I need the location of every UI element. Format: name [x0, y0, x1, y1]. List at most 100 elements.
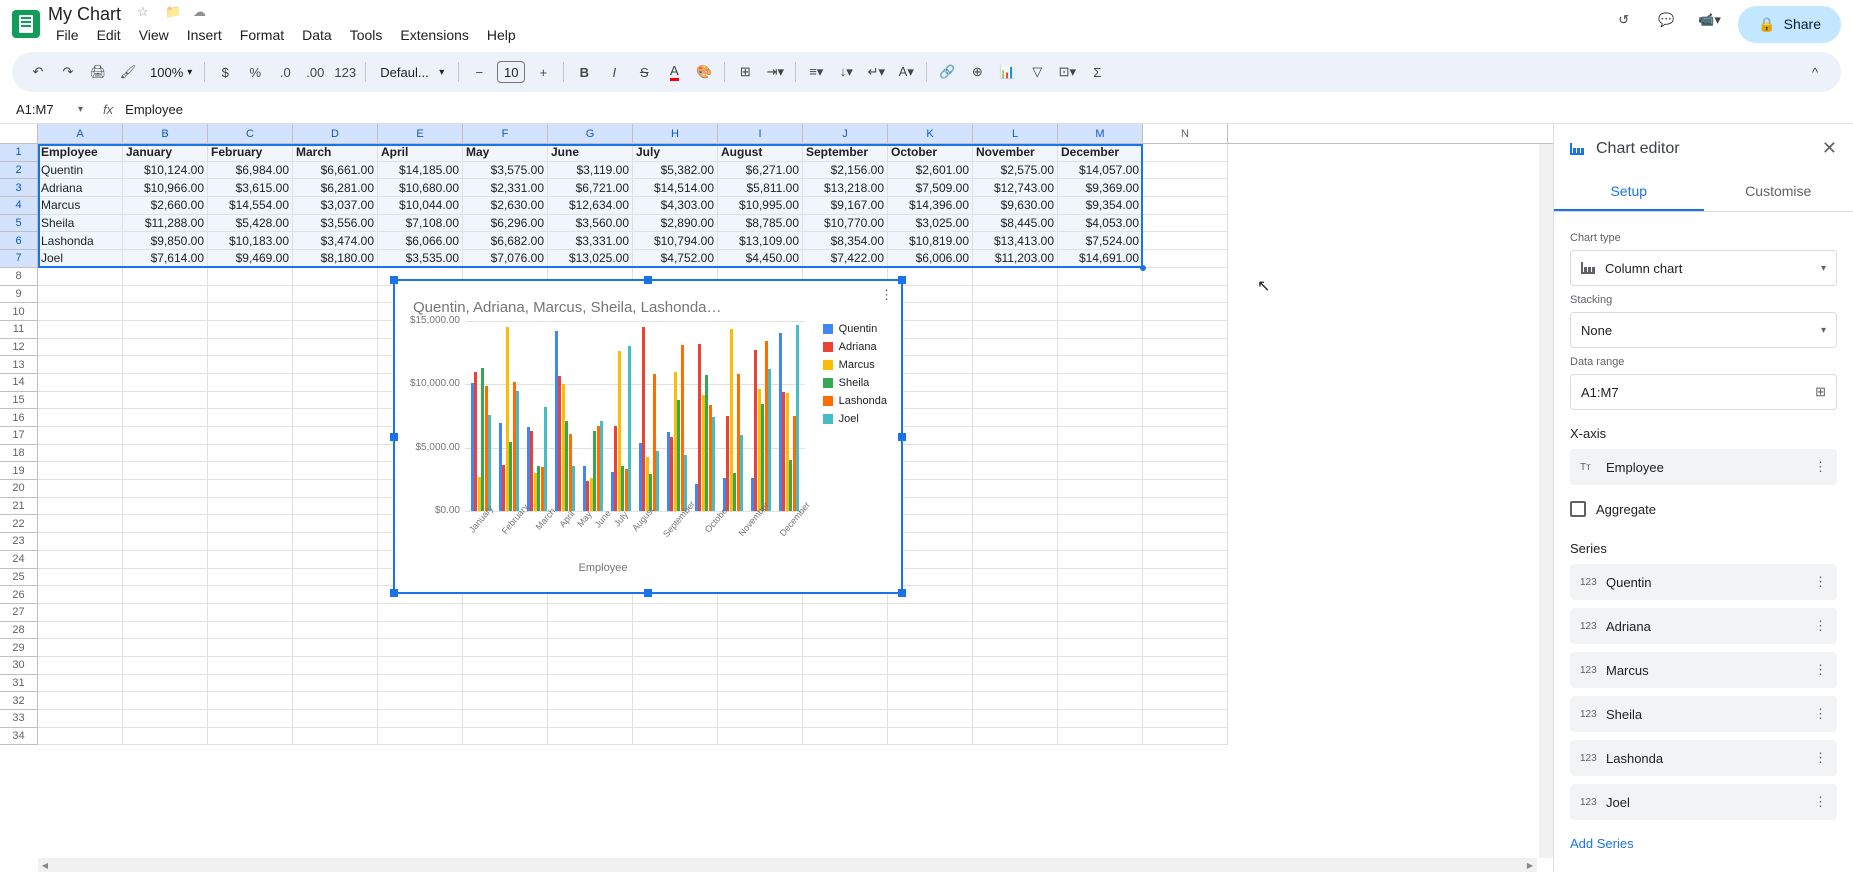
cell[interactable]: [123, 604, 208, 622]
chart-resize-handle[interactable]: [644, 589, 652, 597]
menu-file[interactable]: File: [48, 23, 87, 47]
cell[interactable]: [378, 622, 463, 640]
cell[interactable]: May: [463, 144, 548, 162]
row-header[interactable]: 18: [0, 445, 38, 463]
percent-button[interactable]: %: [241, 58, 269, 86]
cell[interactable]: [123, 392, 208, 410]
cell[interactable]: [633, 728, 718, 746]
cell[interactable]: $3,560.00: [548, 215, 633, 233]
data-range-input[interactable]: A1:M7 ⊞: [1570, 374, 1837, 410]
cell[interactable]: [38, 569, 123, 587]
cell[interactable]: [378, 728, 463, 746]
cell[interactable]: [548, 622, 633, 640]
cell[interactable]: [293, 498, 378, 516]
row-header[interactable]: 30: [0, 657, 38, 675]
cell[interactable]: $7,076.00: [463, 250, 548, 268]
chip-menu-icon[interactable]: ⋮: [1814, 794, 1827, 810]
cell[interactable]: $7,108.00: [378, 215, 463, 233]
cell[interactable]: [38, 480, 123, 498]
cell[interactable]: $8,354.00: [803, 232, 888, 250]
cell[interactable]: [1143, 250, 1228, 268]
cell[interactable]: $3,037.00: [293, 197, 378, 215]
row-header[interactable]: 32: [0, 692, 38, 710]
xaxis-chip[interactable]: Tᴛ Employee ⋮: [1570, 449, 1837, 485]
cell[interactable]: $14,514.00: [633, 179, 718, 197]
cell[interactable]: [1058, 551, 1143, 569]
row-header[interactable]: 10: [0, 303, 38, 321]
cell[interactable]: [1058, 728, 1143, 746]
cell[interactable]: $11,288.00: [123, 215, 208, 233]
aggregate-checkbox[interactable]: [1570, 501, 1586, 517]
functions-button[interactable]: Σ: [1083, 58, 1111, 86]
col-header[interactable]: K: [888, 124, 973, 143]
cell[interactable]: [378, 710, 463, 728]
cell[interactable]: [633, 710, 718, 728]
history-icon[interactable]: ↺: [1618, 12, 1642, 36]
cell[interactable]: $14,396.00: [888, 197, 973, 215]
cell[interactable]: November: [973, 144, 1058, 162]
row-header[interactable]: 22: [0, 515, 38, 533]
cell[interactable]: [803, 622, 888, 640]
cell[interactable]: $4,303.00: [633, 197, 718, 215]
cell[interactable]: [123, 569, 208, 587]
cell[interactable]: [1143, 533, 1228, 551]
col-header[interactable]: M: [1058, 124, 1143, 143]
cell[interactable]: [803, 710, 888, 728]
cell[interactable]: [463, 728, 548, 746]
filter-views-button[interactable]: ⊡▾: [1053, 58, 1081, 86]
cell[interactable]: $2,660.00: [123, 197, 208, 215]
cell[interactable]: $14,554.00: [208, 197, 293, 215]
cell[interactable]: $6,984.00: [208, 162, 293, 180]
cell[interactable]: [293, 692, 378, 710]
text-color-button[interactable]: A: [660, 58, 688, 86]
cell[interactable]: [208, 604, 293, 622]
row-header[interactable]: 25: [0, 569, 38, 587]
cell[interactable]: [1058, 675, 1143, 693]
cell[interactable]: $9,167.00: [803, 197, 888, 215]
cell[interactable]: [38, 533, 123, 551]
decrease-decimal-button[interactable]: .0: [271, 58, 299, 86]
cell[interactable]: [718, 692, 803, 710]
cell[interactable]: [1058, 498, 1143, 516]
cell[interactable]: [973, 480, 1058, 498]
cell[interactable]: [888, 728, 973, 746]
cell[interactable]: $3,575.00: [463, 162, 548, 180]
cell[interactable]: [1058, 604, 1143, 622]
row-header[interactable]: 3: [0, 179, 38, 197]
cell[interactable]: Marcus: [38, 197, 123, 215]
cell[interactable]: [293, 657, 378, 675]
increase-font-button[interactable]: +: [529, 58, 557, 86]
cell[interactable]: [1143, 268, 1228, 286]
row-header[interactable]: 17: [0, 427, 38, 445]
cell[interactable]: $10,819.00: [888, 232, 973, 250]
cell[interactable]: [123, 675, 208, 693]
menu-edit[interactable]: Edit: [89, 23, 129, 47]
cell[interactable]: [1058, 586, 1143, 604]
cell[interactable]: Adriana: [38, 179, 123, 197]
chart-menu-icon[interactable]: ⋮: [880, 287, 893, 303]
cell[interactable]: [123, 427, 208, 445]
cell[interactable]: [38, 374, 123, 392]
cell[interactable]: [123, 356, 208, 374]
row-header[interactable]: 19: [0, 462, 38, 480]
cell[interactable]: $10,966.00: [123, 179, 208, 197]
menu-extensions[interactable]: Extensions: [392, 23, 476, 47]
cell[interactable]: $9,630.00: [973, 197, 1058, 215]
cell[interactable]: $3,615.00: [208, 179, 293, 197]
cell[interactable]: [208, 445, 293, 463]
cell[interactable]: $7,422.00: [803, 250, 888, 268]
cell[interactable]: [803, 675, 888, 693]
chart-type-dropdown[interactable]: Column chart ▾: [1570, 250, 1837, 286]
cell[interactable]: [1058, 409, 1143, 427]
cell[interactable]: [548, 710, 633, 728]
cell[interactable]: $10,183.00: [208, 232, 293, 250]
cell[interactable]: $6,296.00: [463, 215, 548, 233]
currency-button[interactable]: $: [211, 58, 239, 86]
row-header[interactable]: 8: [0, 268, 38, 286]
comment-icon[interactable]: 💬: [1658, 12, 1682, 36]
cell[interactable]: [293, 286, 378, 304]
name-box-dropdown[interactable]: ▾: [78, 104, 83, 115]
strikethrough-button[interactable]: S: [630, 58, 658, 86]
cell[interactable]: [378, 604, 463, 622]
move-icon[interactable]: 📁: [165, 4, 185, 24]
